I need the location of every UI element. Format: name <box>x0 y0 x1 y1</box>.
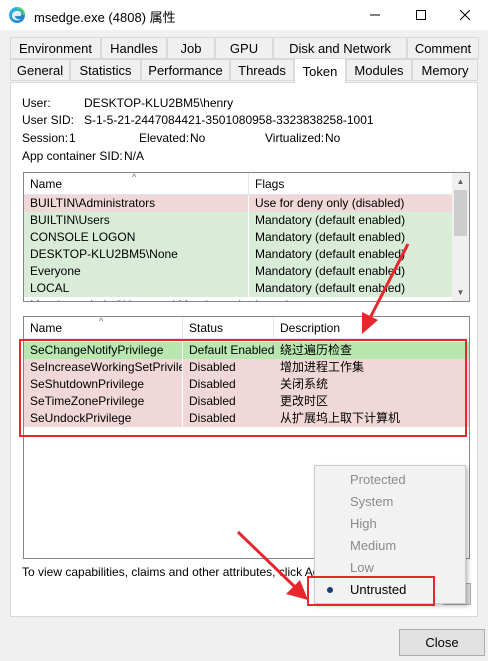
minimize-icon <box>370 14 380 16</box>
close-icon <box>460 10 470 20</box>
group-row[interactable]: LOCAL Mandatory (default enabled) <box>24 280 454 297</box>
privileges-header: Name ^ Status Description <box>24 317 469 339</box>
window-title: msedge.exe (4808) 属性 <box>34 10 176 25</box>
group-row[interactable]: DESKTOP-KLU2BM5\None Mandatory (default e… <box>24 246 454 263</box>
group-flags: Mandatory (default enabled) <box>249 212 454 229</box>
minimize-button[interactable] <box>352 0 398 30</box>
privileges-highlight <box>19 339 467 437</box>
group-flags: Mandatory (default enabled) <box>249 246 454 263</box>
user-label: User: <box>22 96 51 110</box>
scroll-up-icon[interactable]: ▲ <box>452 173 469 190</box>
title-bar: msedge.exe (4808) 属性 <box>0 0 488 30</box>
group-flags: Mandatory (default enabled) <box>249 263 454 280</box>
close-window-button[interactable] <box>442 0 488 30</box>
scroll-thumb[interactable] <box>454 190 467 236</box>
privileges-col-description-label: Description <box>280 321 341 335</box>
groups-col-name[interactable]: Name ^ <box>24 173 249 195</box>
groups-col-name-label: Name <box>30 177 63 191</box>
sid-value: S-1-5-21-2447084421-3501080958-332383825… <box>84 113 374 127</box>
group-name: LOCAL <box>24 280 248 297</box>
tab-memory[interactable]: Memory <box>412 59 478 81</box>
group-name: BUILTIN\Users <box>24 212 248 229</box>
tab-job[interactable]: Job <box>167 37 215 59</box>
menu-item-label: Low <box>350 560 374 575</box>
group-row[interactable]: CONSOLE LOGON Mandatory (default enabled) <box>24 229 454 246</box>
group-flags: Integrity <box>249 297 454 301</box>
menu-item-label: System <box>350 494 394 509</box>
group-name: Mandatory Label\Untrusted Mandatory Leve… <box>24 297 248 301</box>
tab-performance[interactable]: Performance <box>141 59 230 81</box>
tab-threads[interactable]: Threads <box>230 59 294 81</box>
groups-scrollbar[interactable]: ▲ ▼ <box>452 173 469 301</box>
virtualized-value: No <box>325 131 341 145</box>
group-row[interactable]: BUILTIN\Administrators Use for deny only … <box>24 195 454 212</box>
close-button[interactable]: Close <box>399 629 485 656</box>
tab-environment[interactable]: Environment <box>10 37 101 59</box>
privileges-col-status[interactable]: Status <box>183 317 274 339</box>
untrusted-highlight <box>307 576 435 606</box>
group-flags: Mandatory (default enabled) <box>249 280 454 297</box>
groups-list[interactable]: Name ^ Flags BUILTIN\Administrators Use f… <box>23 172 470 302</box>
close-button-label: Close <box>425 635 459 650</box>
tab-disk-and-network[interactable]: Disk and Network <box>273 37 407 59</box>
tab-statistics[interactable]: Statistics <box>70 59 141 81</box>
tab-handles[interactable]: Handles <box>101 37 167 59</box>
sid-label: User SID: <box>22 113 75 127</box>
tab-general[interactable]: General <box>10 59 70 81</box>
group-flags: Use for deny only (disabled) <box>249 195 454 212</box>
group-name: Everyone <box>24 263 248 280</box>
footer-text: To view capabilities, claims and other a… <box>22 565 352 579</box>
maximize-icon <box>416 10 426 20</box>
sort-ascending-icon: ^ <box>132 172 137 182</box>
tab-comment[interactable]: Comment <box>407 37 479 59</box>
group-flags: Mandatory (default enabled) <box>249 229 454 246</box>
sort-ascending-icon: ^ <box>99 316 104 326</box>
elevated-value: No <box>190 131 206 145</box>
menu-item-high[interactable]: High <box>315 513 465 535</box>
groups-header: Name ^ Flags <box>24 173 469 195</box>
menu-item-label: High <box>350 516 377 531</box>
user-value: DESKTOP-KLU2BM5\henry <box>84 96 234 110</box>
group-row[interactable]: Everyone Mandatory (default enabled) <box>24 263 454 280</box>
appsid-value: N/A <box>124 149 145 163</box>
group-name: CONSOLE LOGON <box>24 229 248 246</box>
group-row[interactable]: BUILTIN\Users Mandatory (default enabled) <box>24 212 454 229</box>
menu-item-label: Protected <box>350 472 406 487</box>
group-name: DESKTOP-KLU2BM5\None <box>24 246 248 263</box>
groups-col-flags-label: Flags <box>255 177 285 191</box>
privileges-col-name-label: Name <box>30 321 63 335</box>
group-row[interactable]: Mandatory Label\Untrusted Mandatory Leve… <box>24 297 454 301</box>
session-value: 1 <box>69 131 76 145</box>
tab-gpu[interactable]: GPU <box>215 37 273 59</box>
scroll-down-icon[interactable]: ▼ <box>452 284 469 301</box>
tab-token[interactable]: Token <box>294 58 346 83</box>
privileges-col-description[interactable]: Description <box>274 317 469 339</box>
privileges-col-status-label: Status <box>189 321 224 335</box>
privileges-col-name[interactable]: Name ^ <box>24 317 183 339</box>
menu-item-system[interactable]: System <box>315 491 465 513</box>
menu-item-medium[interactable]: Medium <box>315 535 465 557</box>
virtualized-label: Virtualized: <box>265 131 325 145</box>
elevated-label: Elevated: <box>139 131 190 145</box>
group-name: BUILTIN\Administrators <box>24 195 248 212</box>
maximize-button[interactable] <box>398 0 444 30</box>
tab-modules[interactable]: Modules <box>346 59 412 81</box>
session-label: Session: <box>22 131 69 145</box>
edge-icon <box>9 7 25 23</box>
menu-item-label: Medium <box>350 538 397 553</box>
appsid-label: App container SID: <box>22 149 123 163</box>
groups-col-flags[interactable]: Flags <box>249 173 454 195</box>
menu-item-protected[interactable]: Protected <box>315 469 465 491</box>
